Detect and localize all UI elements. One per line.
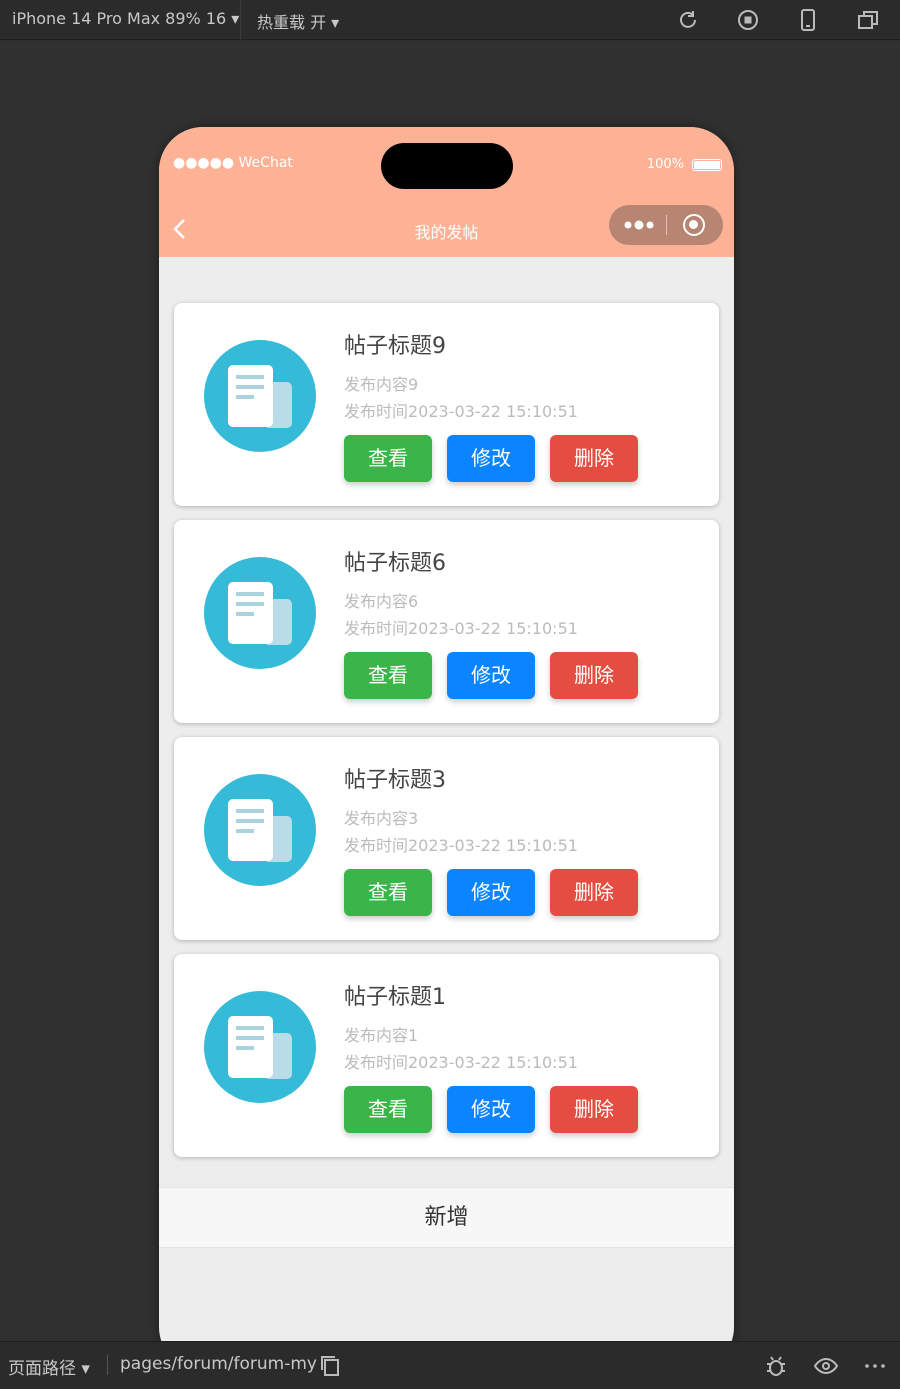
phone-frame: ●●●●● WeChat 100% 我的发帖 帖子标题9 发布内容9 发布时间2…: [159, 127, 734, 1371]
post-card: 帖子标题1 发布内容1 发布时间2023-03-22 15:10:51 查看 修…: [174, 954, 719, 1157]
carrier-label: ●●●●● WeChat: [173, 155, 293, 171]
post-card: 帖子标题3 发布内容3 发布时间2023-03-22 15:10:51 查看 修…: [174, 737, 719, 940]
devtools-statusbar: 页面路径 ▾ pages/forum/forum-my: [0, 1341, 900, 1389]
post-time: 发布时间2023-03-22 15:10:51: [344, 402, 578, 421]
view-button[interactable]: 查看: [344, 435, 432, 482]
post-title: 帖子标题6: [344, 551, 446, 576]
view-button[interactable]: 查看: [344, 869, 432, 916]
post-time: 发布时间2023-03-22 15:10:51: [344, 836, 578, 855]
refresh-icon[interactable]: [676, 8, 700, 32]
hot-reload-toggle[interactable]: 热重载 开 ▾: [257, 9, 339, 33]
edit-button[interactable]: 修改: [447, 435, 535, 482]
delete-button[interactable]: 删除: [550, 652, 638, 699]
capsule-menu: [609, 205, 723, 245]
page-path: pages/forum/forum-my: [120, 1354, 317, 1374]
copy-icon[interactable]: [318, 1354, 344, 1378]
post-title: 帖子标题3: [344, 768, 446, 793]
delete-button[interactable]: 删除: [550, 1086, 638, 1133]
document-icon: [204, 774, 316, 886]
add-button[interactable]: 新增: [159, 1187, 734, 1248]
battery-icon: [692, 159, 722, 171]
toolbar-divider: [240, 0, 241, 40]
post-title: 帖子标题1: [344, 985, 446, 1010]
more-options-icon[interactable]: [862, 1354, 888, 1378]
page-path-label[interactable]: 页面路径 ▾: [8, 1354, 90, 1379]
post-list: 帖子标题9 发布内容9 发布时间2023-03-22 15:10:51 查看 修…: [174, 303, 719, 1171]
post-content: 发布内容9: [344, 375, 419, 394]
simulator-stage: ●●●●● WeChat 100% 我的发帖 帖子标题9 发布内容9 发布时间2…: [0, 41, 900, 1371]
capsule-divider: [666, 215, 667, 235]
delete-button[interactable]: 删除: [550, 869, 638, 916]
nav-header: ●●●●● WeChat 100% 我的发帖: [159, 127, 734, 257]
devtools-toolbar: iPhone 14 Pro Max 89% 16 ▾ 热重载 开 ▾: [0, 0, 900, 40]
document-icon: [204, 991, 316, 1103]
document-icon: [204, 340, 316, 452]
post-content: 发布内容1: [344, 1026, 419, 1045]
post-time: 发布时间2023-03-22 15:10:51: [344, 1053, 578, 1072]
view-button[interactable]: 查看: [344, 1086, 432, 1133]
edit-button[interactable]: 修改: [447, 1086, 535, 1133]
bug-icon[interactable]: [763, 1354, 789, 1378]
phone-icon[interactable]: [796, 8, 820, 32]
windows-icon[interactable]: [856, 8, 880, 32]
edit-button[interactable]: 修改: [447, 652, 535, 699]
post-card: 帖子标题6 发布内容6 发布时间2023-03-22 15:10:51 查看 修…: [174, 520, 719, 723]
post-title: 帖子标题9: [344, 334, 446, 359]
post-content: 发布内容3: [344, 809, 419, 828]
eye-icon[interactable]: [813, 1354, 839, 1378]
dynamic-island: [381, 143, 513, 189]
post-time: 发布时间2023-03-22 15:10:51: [344, 619, 578, 638]
post-card: 帖子标题9 发布内容9 发布时间2023-03-22 15:10:51 查看 修…: [174, 303, 719, 506]
delete-button[interactable]: 删除: [550, 435, 638, 482]
edit-button[interactable]: 修改: [447, 869, 535, 916]
document-icon: [204, 557, 316, 669]
statusbar-divider: [107, 1355, 108, 1375]
stop-icon[interactable]: [736, 8, 760, 32]
post-content: 发布内容6: [344, 592, 419, 611]
more-icon[interactable]: [623, 215, 655, 235]
device-selector[interactable]: iPhone 14 Pro Max 89% 16 ▾: [12, 9, 239, 28]
close-miniprogram-icon[interactable]: [683, 214, 705, 236]
battery-percent: 100%: [646, 157, 684, 172]
view-button[interactable]: 查看: [344, 652, 432, 699]
